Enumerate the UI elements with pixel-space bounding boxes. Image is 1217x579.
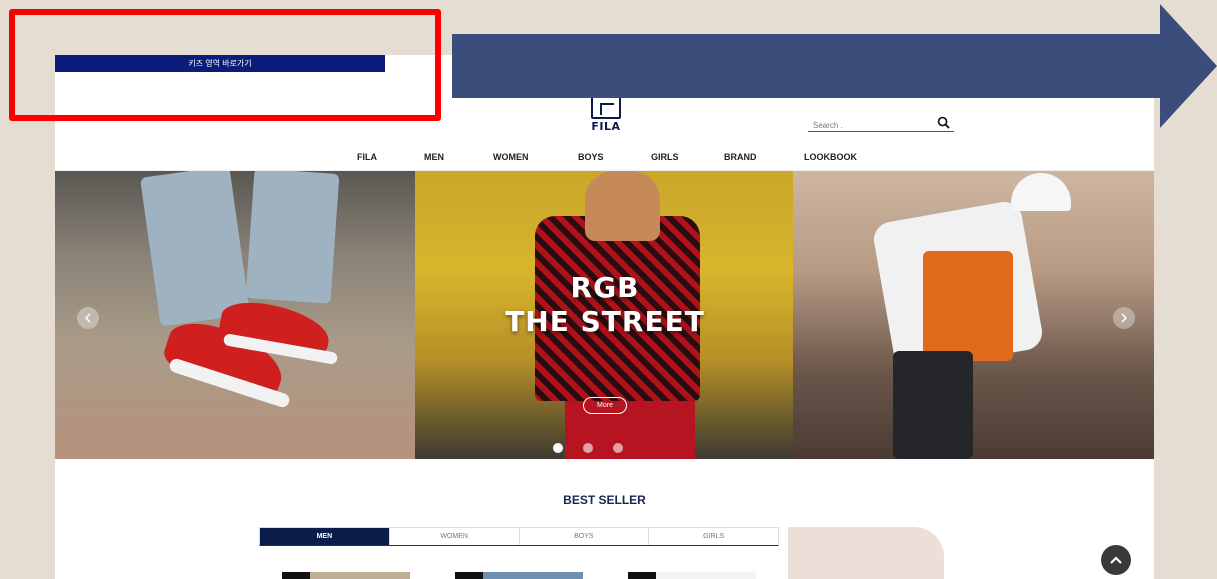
tab-girls[interactable]: GIRLS bbox=[649, 528, 778, 545]
banner-image-rail bbox=[793, 171, 1154, 459]
chevron-right-icon bbox=[1121, 313, 1128, 323]
tab-men[interactable]: MEN bbox=[260, 528, 390, 545]
jeans-shape bbox=[245, 171, 340, 304]
fila-page: 키즈 영역 바로가기 FILA FILA MEN WOMEN BOYS GIRL… bbox=[55, 55, 1154, 579]
dark-pants-shape bbox=[893, 351, 973, 459]
highlight-frame bbox=[9, 9, 441, 121]
hero-banner: RGB THE STREET More bbox=[55, 171, 1154, 459]
main-nav: FILA MEN WOMEN BOYS GIRLS BRAND LOOKBOOK bbox=[55, 149, 1154, 171]
next-slide-button[interactable] bbox=[1113, 307, 1135, 329]
product-thumbnail[interactable] bbox=[628, 572, 756, 579]
slide-dot[interactable] bbox=[553, 443, 563, 453]
nav-item-women[interactable]: WOMEN bbox=[493, 152, 529, 162]
product-thumbnail[interactable] bbox=[282, 572, 410, 579]
banner-headline: RGB THE STREET bbox=[435, 271, 775, 339]
promo-side-card[interactable] bbox=[788, 527, 944, 579]
nav-item-fila[interactable]: FILA bbox=[357, 152, 377, 162]
white-cap-shape bbox=[1011, 173, 1071, 211]
headline-line2: THE STREET bbox=[505, 305, 705, 338]
best-seller-title: BEST SELLER bbox=[563, 493, 646, 507]
hair-shape bbox=[585, 171, 660, 241]
prev-slide-button[interactable] bbox=[77, 307, 99, 329]
nav-item-men[interactable]: MEN bbox=[424, 152, 444, 162]
slide-indicators bbox=[553, 443, 623, 453]
jeans-shape bbox=[139, 171, 251, 327]
banner-image-sneakers bbox=[55, 171, 415, 459]
orange-shirt-shape bbox=[923, 251, 1013, 361]
scroll-top-button[interactable] bbox=[1101, 545, 1131, 575]
chevron-up-icon bbox=[1110, 556, 1122, 564]
more-button[interactable]: More bbox=[583, 397, 627, 414]
annotation-arrow-icon bbox=[452, 4, 1217, 128]
nav-item-lookbook[interactable]: LOOKBOOK bbox=[804, 152, 857, 162]
nav-item-boys[interactable]: BOYS bbox=[578, 152, 604, 162]
product-thumbnail[interactable] bbox=[455, 572, 583, 579]
nav-item-brand[interactable]: BRAND bbox=[724, 152, 757, 162]
tab-boys[interactable]: BOYS bbox=[520, 528, 650, 545]
tab-women[interactable]: WOMEN bbox=[390, 528, 520, 545]
chevron-left-icon bbox=[84, 313, 91, 323]
slide-dot[interactable] bbox=[583, 443, 593, 453]
headline-line1: RGB bbox=[570, 271, 640, 304]
slide-dot[interactable] bbox=[613, 443, 623, 453]
nav-item-girls[interactable]: GIRLS bbox=[651, 152, 679, 162]
best-seller-tabs: MEN WOMEN BOYS GIRLS bbox=[259, 527, 779, 546]
